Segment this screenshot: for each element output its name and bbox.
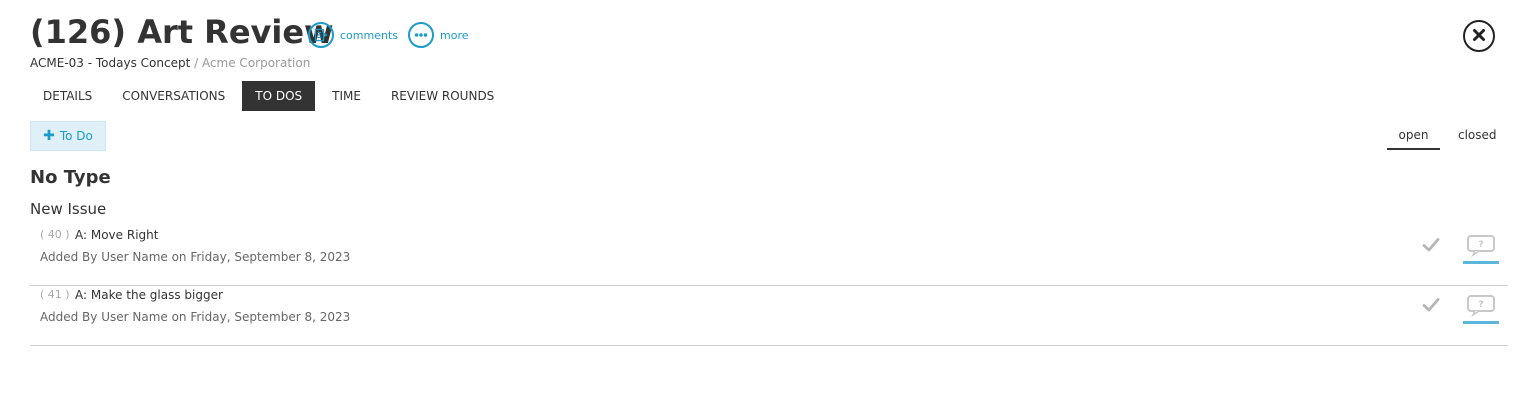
tab-bar: DETAILS CONVERSATIONS TO DOS TIME REVIEW… [30, 81, 511, 111]
comments-icon [308, 22, 334, 48]
svg-text:?: ? [1478, 240, 1483, 250]
todo-meta: Added By User Name on Friday, September … [40, 250, 351, 264]
breadcrumb: ACME-03 - Todays Concept / Acme Corporat… [30, 56, 310, 70]
group-title: New Issue [30, 200, 107, 218]
checkmark-icon[interactable] [1422, 236, 1440, 258]
tab-details[interactable]: DETAILS [30, 81, 105, 111]
add-todo-label: To Do [59, 129, 93, 143]
comments-label: comments [340, 28, 398, 42]
add-todo-button[interactable]: ✚ To Do [30, 121, 106, 151]
page-header: (126) Art Review [30, 12, 334, 52]
svg-text:?: ? [1478, 300, 1483, 310]
todo-number: ( 40 ) [40, 228, 70, 241]
section-title: No Type [30, 167, 111, 188]
company-name: Acme Corporation [201, 56, 311, 70]
close-icon [1472, 27, 1486, 46]
todo-row[interactable]: ( 41 ) A: Make the glass bigger Added By… [30, 286, 1508, 346]
tab-conversations[interactable]: CONVERSATIONS [109, 81, 238, 111]
feedback-icon[interactable]: ? [1463, 294, 1499, 324]
close-button[interactable] [1463, 20, 1495, 52]
todo-number: ( 41 ) [40, 288, 70, 301]
breadcrumb-separator: / [190, 56, 202, 70]
checkmark-icon[interactable] [1422, 296, 1440, 318]
more-button[interactable]: more [408, 22, 469, 48]
status-bar [1463, 321, 1499, 324]
tab-to-dos[interactable]: TO DOS [242, 81, 316, 111]
todo-meta: Added By User Name on Friday, September … [40, 310, 351, 324]
status-bar [1463, 261, 1499, 264]
todo-name[interactable]: A: Make the glass bigger [75, 288, 223, 302]
feedback-icon[interactable]: ? [1463, 234, 1499, 264]
comments-button[interactable]: comments [308, 22, 398, 48]
header-actions: comments more [308, 22, 479, 48]
more-icon [408, 22, 434, 48]
more-label: more [440, 28, 469, 42]
page-title: (126) Art Review [30, 13, 334, 51]
plus-icon: ✚ [43, 128, 55, 144]
filter-open[interactable]: open [1387, 128, 1440, 150]
project-name: ACME-03 - Todays Concept [30, 56, 191, 70]
todo-name[interactable]: A: Move Right [75, 228, 158, 242]
filter-closed[interactable]: closed [1458, 128, 1497, 148]
tab-review-rounds[interactable]: REVIEW ROUNDS [378, 81, 507, 111]
todo-row[interactable]: ( 40 ) A: Move Right Added By User Name … [30, 226, 1508, 286]
tab-time[interactable]: TIME [319, 81, 374, 111]
